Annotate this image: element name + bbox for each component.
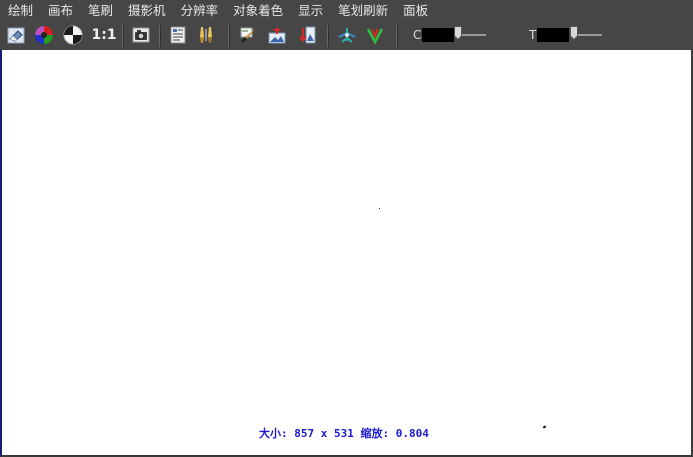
- menu-bar: 绘制 画布 笔刷 摄影机 分辨率 对象着色 显示 笔划刷新 面板: [0, 0, 693, 22]
- toolbar-separator: [122, 25, 124, 47]
- camera-button[interactable]: [130, 24, 152, 46]
- slider-t-label: T: [529, 28, 537, 42]
- color-button[interactable]: [33, 24, 55, 46]
- contrast-icon: [63, 25, 83, 45]
- eraser-icon: [7, 27, 25, 44]
- drawing-canvas[interactable]: 大小: 857 x 531 缩放: 0.804: [0, 50, 693, 457]
- brush-tools-icon: [200, 27, 212, 43]
- canvas-point: [379, 208, 380, 209]
- brush-tools-button[interactable]: [195, 24, 217, 46]
- import-button[interactable]: [296, 24, 318, 46]
- contrast-button[interactable]: [62, 24, 84, 46]
- toolbar-separator: [396, 25, 398, 47]
- toolbar-separator: [159, 25, 161, 47]
- menu-camera[interactable]: 摄影机: [120, 0, 173, 22]
- toolbar-separator: [228, 25, 230, 47]
- slider-c-swatch: [422, 28, 454, 42]
- slider-t-thumb[interactable]: [570, 26, 578, 40]
- export-image-icon: [268, 27, 286, 44]
- toolbar: 1:1 C T: [0, 22, 693, 50]
- menu-resolution[interactable]: 分辨率: [173, 0, 226, 22]
- fit-view-icon: [338, 28, 356, 43]
- import-icon: [299, 26, 316, 44]
- properties-button[interactable]: [167, 24, 189, 46]
- eraser-button[interactable]: [5, 24, 27, 46]
- ratio-1-1-button[interactable]: 1:1: [91, 24, 117, 46]
- toolbar-separator: [327, 25, 329, 47]
- paint-brush-icon: [240, 27, 255, 43]
- menu-stroke-refresh[interactable]: 笔划刷新: [330, 0, 395, 22]
- properties-icon: [170, 26, 186, 44]
- color-wheel-icon: [35, 26, 53, 44]
- fit-view-button[interactable]: [336, 24, 358, 46]
- camera-icon: [132, 27, 150, 43]
- menu-display[interactable]: 显示: [290, 0, 330, 22]
- reset-view-icon: [366, 28, 384, 45]
- menu-draw[interactable]: 绘制: [0, 0, 40, 22]
- ratio-label: 1:1: [91, 27, 117, 43]
- export-image-button[interactable]: [266, 24, 288, 46]
- slider-c-label: C: [413, 28, 422, 42]
- menu-brush[interactable]: 笔刷: [80, 0, 120, 22]
- slider-c-thumb[interactable]: [454, 26, 462, 40]
- app-window: 绘制 画布 笔刷 摄影机 分辨率 对象着色 显示 笔划刷新 面板 1:1 C T…: [0, 0, 693, 457]
- paint-brush-button[interactable]: [237, 24, 259, 46]
- menu-canvas[interactable]: 画布: [40, 0, 80, 22]
- menu-object-shading[interactable]: 对象着色: [225, 0, 290, 22]
- reset-view-button[interactable]: [364, 24, 386, 46]
- menu-panel[interactable]: 面板: [395, 0, 435, 22]
- slider-t-swatch: [537, 28, 569, 42]
- canvas-stroke-mark: [542, 425, 547, 429]
- canvas-status-text: 大小: 857 x 531 缩放: 0.804: [259, 427, 429, 440]
